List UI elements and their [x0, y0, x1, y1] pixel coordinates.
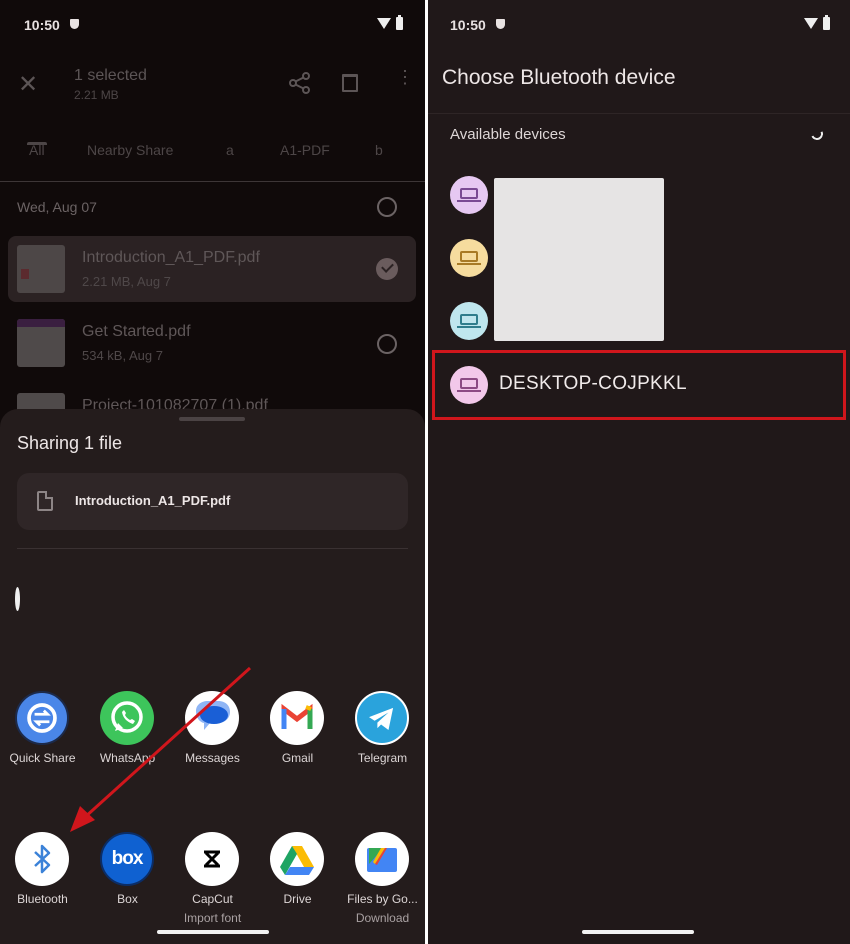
tab-a[interactable]: a	[226, 142, 234, 158]
app-label: Gmail	[281, 751, 314, 765]
app-label: Box	[117, 892, 138, 906]
page-title: Choose Bluetooth device	[442, 66, 676, 89]
shared-file-chip: Introduction_A1_PDF.pdf	[17, 473, 408, 530]
share-sheet-title: Sharing 1 file	[17, 433, 123, 453]
drag-handle[interactable]	[179, 417, 245, 421]
quick-share-icon	[15, 691, 69, 745]
device-name[interactable]: DESKTOP-COJPKKL	[499, 373, 687, 395]
divider	[17, 548, 408, 549]
capcut-icon	[185, 832, 239, 886]
box-icon: box	[100, 832, 154, 886]
laptop-icon	[457, 188, 481, 202]
divider	[428, 113, 850, 114]
gesture-nav-bar[interactable]	[157, 930, 269, 934]
shield-icon	[70, 19, 79, 29]
battery-icon	[823, 15, 830, 30]
laptop-icon	[457, 251, 481, 265]
app-label: Files by Go...	[347, 892, 418, 906]
select-radio[interactable]	[377, 334, 397, 354]
device-item[interactable]	[450, 302, 488, 340]
active-tab-indicator	[27, 142, 47, 145]
telegram-icon	[355, 691, 409, 745]
app-label: Bluetooth	[17, 892, 68, 906]
device-item[interactable]	[450, 176, 488, 214]
bluetooth-device-chooser: 10:50 Choose Bluetooth device Available …	[428, 0, 850, 944]
whatsapp-icon	[100, 691, 154, 745]
share-icon[interactable]	[289, 72, 311, 94]
drive-icon	[270, 832, 324, 886]
date-header: Wed, Aug 07	[17, 199, 97, 215]
status-time: 10:50	[450, 17, 486, 33]
file-row[interactable]: Introduction_A1_PDF.pdf 2.21 MB, Aug 7	[8, 236, 416, 302]
app-label: CapCut	[192, 892, 233, 906]
gmail-icon	[270, 691, 324, 745]
app-sublabel: Download	[355, 911, 410, 925]
tab-nearby-share[interactable]: Nearby Share	[87, 142, 173, 158]
file-meta: 534 kB, Aug 7	[82, 348, 163, 363]
tab-b[interactable]: b	[375, 142, 383, 158]
app-label: Messages	[185, 751, 240, 765]
status-time: 10:50	[24, 17, 60, 33]
status-bar: 10:50	[0, 0, 425, 50]
tab-a1-pdf[interactable]: A1-PDF	[280, 142, 330, 158]
device-item[interactable]	[450, 239, 488, 277]
shield-icon	[496, 19, 505, 29]
share-sheet: Sharing 1 file Introduction_A1_PDF.pdf Q…	[0, 409, 425, 944]
wifi-icon	[804, 18, 818, 29]
selection-count: 1 selected	[74, 67, 147, 84]
document-icon	[37, 491, 53, 511]
selection-size: 2.21 MB	[74, 88, 119, 102]
app-label: Drive	[283, 892, 312, 906]
battery-icon	[396, 15, 403, 30]
file-manager-screen: 10:50 ✕ 1 selected 2.21 MB ⋮ All Nearby …	[0, 0, 425, 944]
status-bar: 10:50	[428, 0, 850, 50]
file-meta: 2.21 MB, Aug 7	[82, 274, 171, 289]
file-row[interactable]: Get Started.pdf 534 kB, Aug 7	[8, 310, 416, 376]
gesture-nav-bar[interactable]	[582, 930, 694, 934]
redacted-device-names	[494, 178, 664, 341]
scanning-spinner-icon	[809, 126, 825, 142]
category-tabs: All Nearby Share a A1-PDF b	[0, 135, 425, 182]
bluetooth-icon	[15, 832, 69, 886]
messages-icon	[185, 691, 239, 745]
pdf-thumbnail	[17, 319, 65, 367]
app-label: WhatsApp	[99, 751, 156, 765]
more-options-icon[interactable]: ⋮	[396, 68, 414, 86]
app-sublabel: Import font	[183, 911, 242, 925]
checked-icon[interactable]	[376, 258, 398, 280]
laptop-icon	[457, 314, 481, 328]
files-icon	[355, 832, 409, 886]
file-name: Get Started.pdf	[82, 323, 191, 340]
loading-indicator	[15, 587, 20, 611]
file-name: Introduction_A1_PDF.pdf	[82, 249, 260, 266]
app-label: Telegram	[357, 751, 408, 765]
pdf-thumbnail	[17, 245, 65, 293]
app-label: Quick Share	[9, 751, 76, 765]
selection-app-bar: ✕ 1 selected 2.21 MB ⋮	[0, 60, 425, 110]
select-all-radio[interactable]	[377, 197, 397, 217]
close-icon[interactable]: ✕	[18, 70, 38, 99]
device-item-desktop[interactable]	[450, 366, 488, 404]
section-header: Available devices	[450, 126, 566, 143]
delete-icon[interactable]	[342, 74, 358, 92]
wifi-icon	[377, 18, 391, 29]
laptop-icon	[457, 378, 481, 392]
shared-file-name: Introduction_A1_PDF.pdf	[75, 493, 231, 508]
